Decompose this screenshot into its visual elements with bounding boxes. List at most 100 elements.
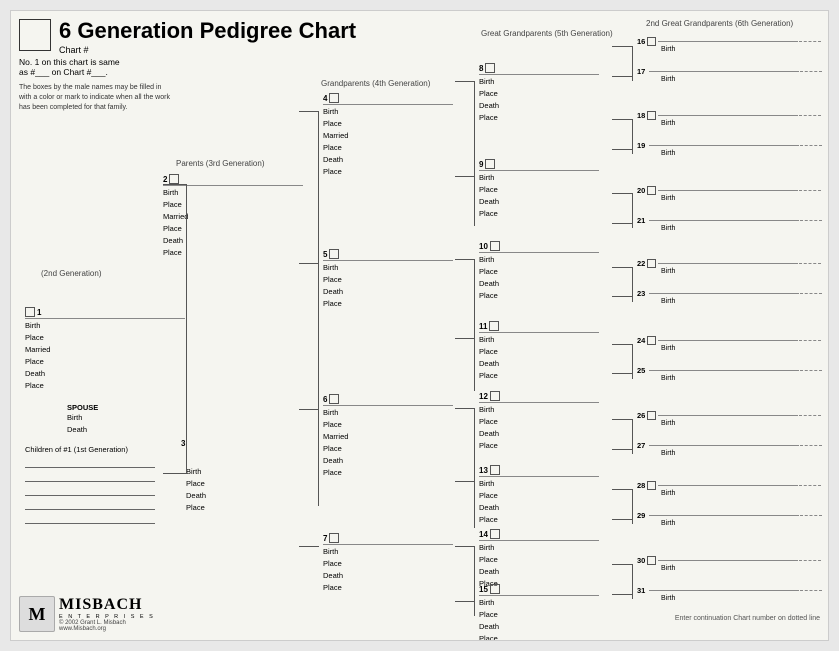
person-5-box	[329, 249, 339, 259]
main-title: 6 Generation Pedigree Chart	[59, 19, 356, 43]
person-3-fields: Birth Place Death Place	[186, 466, 206, 514]
person-27: 27 Birth	[637, 441, 822, 457]
chart-box	[19, 19, 51, 51]
gen-label-4: Grandparents (4th Generation)	[321, 79, 430, 88]
instructions: The boxes by the male names may be fille…	[19, 83, 174, 112]
person-4: 4 Birth Place Married Place Death Place	[323, 93, 453, 178]
person-25: 25 Birth	[637, 366, 822, 382]
person-1: 1 Birth Place Married Place Death Place	[25, 307, 185, 392]
hline-p20	[612, 193, 633, 194]
child-line-4	[25, 499, 155, 510]
hline-p30	[612, 564, 633, 565]
hline-p17	[612, 76, 633, 77]
person-4-num: 4	[323, 94, 327, 103]
person-31: 31 Birth	[637, 586, 822, 602]
person-7: 7 Birth Place Death Place	[323, 533, 453, 594]
hline-p8	[455, 81, 475, 82]
person-5-name-line	[323, 260, 453, 261]
person-16: 16 Birth	[637, 37, 821, 53]
person-4-name-line	[323, 104, 453, 105]
hline-p7-connect	[299, 546, 319, 547]
hline-p19	[612, 149, 633, 150]
spouse-label: SPOUSE	[67, 403, 98, 412]
person-23: 23 Birth	[637, 289, 822, 305]
hline-p25	[612, 373, 633, 374]
person-29: 29 Birth	[637, 511, 822, 527]
logo-icon: M	[19, 596, 55, 632]
person-26: 26 Birth	[637, 411, 821, 427]
hline-p4-connect	[299, 111, 319, 112]
person-2-box	[169, 174, 179, 184]
hline-p18	[612, 119, 633, 120]
vline-gen34-main	[318, 111, 319, 506]
person-14: 14 BirthPlaceDeathPlace	[479, 529, 599, 590]
hline-p2-connect	[163, 184, 187, 185]
logo-web: www.Misbach.org	[59, 626, 155, 632]
person-24: 24 Birth	[637, 336, 821, 352]
logo-brand: MISBACH	[59, 596, 155, 614]
person-30: 30 Birth	[637, 556, 821, 572]
person-7-box	[329, 533, 339, 543]
hline-p23	[612, 296, 633, 297]
hline-p24	[612, 344, 633, 345]
person-2-fields: Birth Place Married Place Death Place	[163, 187, 303, 259]
person-7-name-line	[323, 544, 453, 545]
page: 6 Generation Pedigree Chart Chart # No. …	[10, 10, 829, 641]
person-2-num: 2	[163, 175, 167, 184]
vline-gen23-main	[186, 184, 187, 474]
person-22: 22 Birth	[637, 259, 821, 275]
hline-p11	[455, 338, 475, 339]
vline-1011	[474, 259, 475, 391]
person-4-box	[329, 93, 339, 103]
child-line-2	[25, 471, 155, 482]
children-section: Children of #1 (1st Generation) 3	[25, 445, 155, 527]
hline-p3-connect	[163, 473, 187, 474]
person-6: 6 Birth Place Married Place Death Place	[323, 394, 453, 479]
gen-label-6: 2nd Great Grandparents (6th Generation)	[646, 19, 793, 28]
hline-p31	[612, 594, 633, 595]
gen-label-5: Great Grandparents (5th Generation)	[481, 29, 613, 38]
same-as: No. 1 on this chart is same as #___ on C…	[19, 57, 120, 77]
child-line-1	[25, 457, 155, 468]
vline-1415	[474, 546, 475, 616]
hline-p5-connect	[299, 263, 319, 264]
person-2-name-line	[163, 185, 303, 186]
chart-num-label: Chart #	[59, 45, 356, 55]
person-5: 5 Birth Place Death Place	[323, 249, 453, 310]
hline-p28	[612, 489, 633, 490]
person-1-box	[25, 307, 35, 317]
person-21: 21 Birth	[637, 216, 822, 232]
hline-p29	[612, 519, 633, 520]
spouse-section: SPOUSE Birth Death	[67, 403, 98, 436]
hline-p9	[455, 176, 475, 177]
person-3-num: 3	[181, 439, 185, 448]
person-1-num: 1	[37, 308, 41, 317]
title-area: 6 Generation Pedigree Chart Chart #	[19, 19, 356, 55]
logo-area: M MISBACH E N T E R P R I S E S © 2002 G…	[19, 596, 155, 632]
hline-p16	[612, 46, 633, 47]
hline-p6-connect	[299, 409, 319, 410]
hline-p26	[612, 419, 633, 420]
person-15: 15 BirthPlaceDeathPlace	[479, 584, 599, 641]
hline-p27	[612, 449, 633, 450]
continuation-note: Enter continuation Chart number on dotte…	[675, 615, 820, 622]
hline-p22	[612, 267, 633, 268]
person-11: 11 BirthPlaceDeathPlace	[479, 321, 599, 382]
hline-p15	[455, 601, 475, 602]
person-19: 19 Birth	[637, 141, 822, 157]
person-1-fields: Birth Place Married Place Death Place	[25, 320, 185, 392]
hline-p12	[455, 408, 475, 409]
person-17: 17 Birth	[637, 67, 822, 83]
person-1-name-line	[25, 318, 185, 319]
person-6-name-line	[323, 405, 453, 406]
child-line-3	[25, 485, 155, 496]
children-label: Children of #1 (1st Generation)	[25, 445, 155, 454]
gen-label-2: (2nd Generation)	[41, 269, 101, 278]
person-28: 28 Birth	[637, 481, 821, 497]
person-13: 13 BirthPlaceDeathPlace	[479, 465, 599, 526]
person-9: 9 BirthPlaceDeathPlace	[479, 159, 599, 220]
person-12: 12 BirthPlaceDeathPlace	[479, 391, 599, 452]
person-2: 2 Birth Place Married Place Death Place	[163, 174, 303, 259]
person-8: 8 BirthPlaceDeathPlace	[479, 63, 599, 124]
person-18: 18 Birth	[637, 111, 821, 127]
